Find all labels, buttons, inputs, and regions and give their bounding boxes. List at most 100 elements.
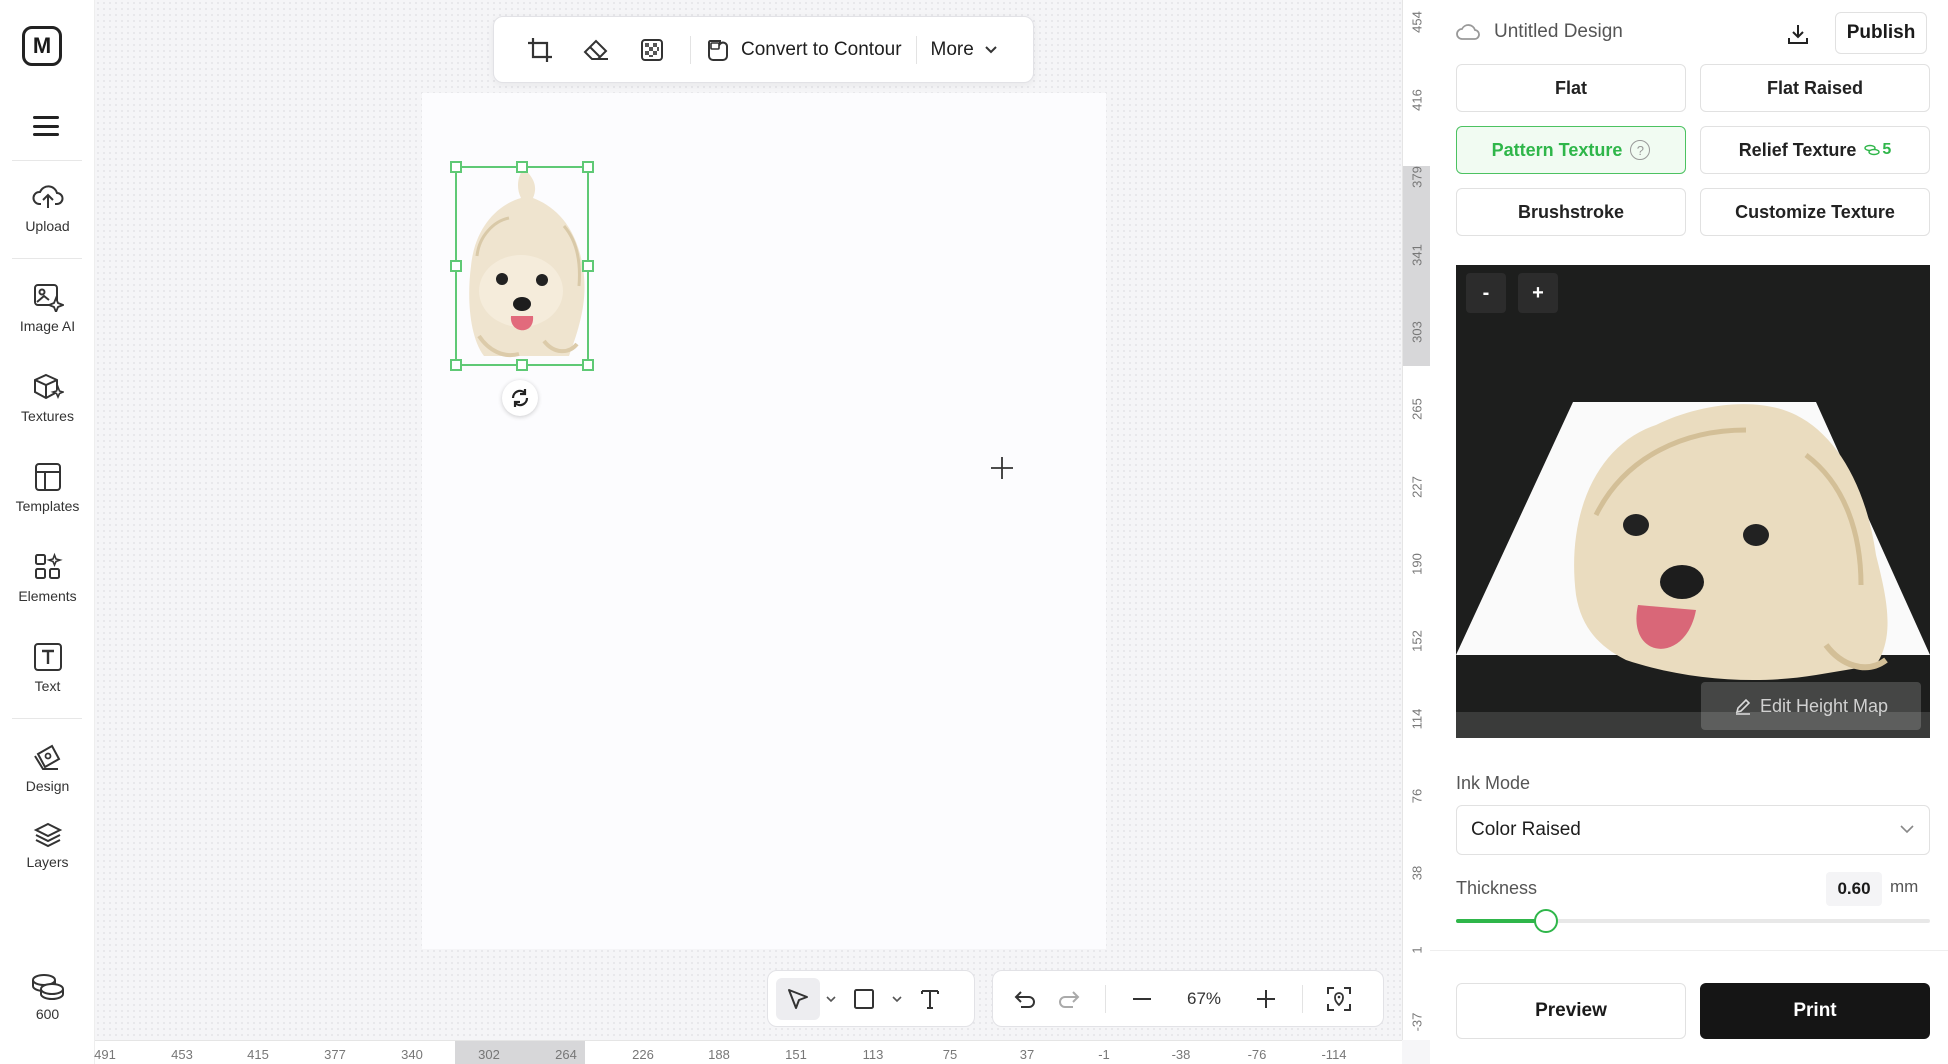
credits-counter[interactable]: 600 [0, 972, 95, 1022]
customize-texture-button[interactable]: Customize Texture [1700, 188, 1930, 236]
sidebar-item-label: Textures [21, 408, 74, 424]
fit-to-screen-button[interactable] [1317, 978, 1361, 1020]
rotate-handle[interactable] [502, 380, 538, 416]
ruler-tick: 38 [1409, 865, 1425, 881]
sidebar-item-design[interactable]: Design [0, 742, 95, 794]
resize-handle-left[interactable] [450, 260, 462, 272]
relief-cost-badge: 5 [1864, 141, 1891, 159]
ruler-tick: -1 [1098, 1047, 1110, 1062]
publish-button[interactable]: Publish [1835, 12, 1927, 54]
ink-mode-select[interactable]: Color Raised [1456, 805, 1930, 855]
ruler-tick: 188 [708, 1047, 730, 1062]
help-icon[interactable]: ? [1630, 140, 1651, 160]
coins-icon [31, 974, 64, 1000]
resize-handle-top-right[interactable] [582, 161, 594, 173]
texture-flat-raised-label: Flat Raised [1766, 77, 1864, 98]
document-title[interactable]: Untitled Design [1494, 21, 1623, 43]
texture-pattern-button[interactable]: Pattern Texture ? [1456, 126, 1686, 174]
shape-tool-dropdown[interactable] [888, 978, 906, 1020]
resize-handle-bottom-left[interactable] [450, 359, 462, 371]
pencil-icon [1735, 698, 1751, 715]
crosshair-cursor-icon [991, 457, 1013, 479]
print-button[interactable]: Print [1700, 983, 1930, 1039]
texture-flat-raised-button[interactable]: Flat Raised [1700, 64, 1930, 112]
toolbar-divider [915, 35, 917, 64]
eraser-icon [583, 39, 608, 60]
zoom-level[interactable]: 67% [1164, 989, 1244, 1009]
vertical-ruler: 454 416 379 341 303 265 227 190 152 114 … [1402, 0, 1431, 1040]
sidebar-item-upload[interactable]: Upload [0, 182, 95, 234]
3d-preview[interactable]: - + Edit Height Map [1456, 265, 1930, 738]
sidebar-item-textures[interactable]: Textures [0, 372, 95, 424]
chevron-down-icon [892, 995, 902, 1002]
thickness-slider-handle[interactable] [1534, 909, 1558, 933]
textures-icon [33, 373, 64, 400]
contour-icon [707, 39, 728, 61]
select-tool-dropdown[interactable] [822, 978, 840, 1020]
convert-to-contour-button[interactable]: Convert to Contour [701, 37, 906, 63]
crop-button[interactable] [512, 30, 568, 70]
zoom-out-button[interactable] [1120, 978, 1164, 1020]
texture-relief-button[interactable]: Relief Texture 5 [1700, 126, 1930, 174]
thickness-input[interactable]: 0.60 [1826, 872, 1882, 906]
left-sidebar: M Upload Image AI Textures Templates Ele… [0, 0, 95, 1064]
toolbar-divider [1302, 984, 1303, 1013]
more-dropdown[interactable]: More [927, 39, 1002, 61]
redo-button[interactable] [1047, 978, 1091, 1020]
resize-handle-top-left[interactable] [450, 161, 462, 173]
download-button[interactable] [1780, 16, 1816, 52]
properties-panel: Untitled Design Publish Flat Flat Raised… [1430, 0, 1948, 1064]
image-ai-icon [33, 284, 64, 312]
resize-handle-top[interactable] [516, 161, 528, 173]
zoom-in-button[interactable] [1244, 978, 1288, 1020]
remove-background-button[interactable] [624, 30, 680, 70]
app-logo[interactable]: M [22, 26, 62, 66]
resize-handle-right[interactable] [582, 260, 594, 272]
chevron-down-icon [985, 45, 997, 53]
thickness-slider-fill [1456, 919, 1546, 923]
texture-flat-button[interactable]: Flat [1456, 64, 1686, 112]
ruler-tick: 113 [862, 1047, 884, 1062]
selection-frame[interactable] [455, 166, 589, 366]
menu-icon[interactable] [33, 116, 59, 136]
sidebar-item-label: Image AI [19, 318, 76, 334]
select-tool-button[interactable] [776, 977, 820, 1020]
ruler-tick: 454 [1409, 11, 1425, 33]
sidebar-item-templates[interactable]: Templates [0, 462, 95, 514]
edit-height-map-button[interactable]: Edit Height Map [1701, 682, 1921, 730]
credits-value: 600 [35, 1006, 60, 1022]
upload-cloud-icon [32, 185, 63, 208]
redo-icon [1059, 990, 1080, 1008]
ruler-tick: -76 [1247, 1047, 1267, 1062]
texture-flat-label: Flat [1554, 77, 1587, 98]
sidebar-item-label: Elements [18, 588, 77, 604]
texture-pattern-label: Pattern Texture [1491, 139, 1623, 160]
sidebar-item-elements[interactable]: Elements [0, 552, 95, 604]
eraser-button[interactable] [568, 30, 624, 70]
shape-tool-button[interactable] [842, 978, 886, 1020]
thickness-slider[interactable] [1456, 909, 1930, 933]
layers-icon [33, 822, 62, 848]
preview-button[interactable]: Preview [1456, 983, 1686, 1039]
ruler-tick: 114 [1409, 708, 1425, 730]
sidebar-item-text[interactable]: Text [0, 642, 95, 694]
ruler-tick: 303 [1409, 321, 1425, 343]
chevron-down-icon [826, 995, 836, 1002]
preview-render-image [1456, 402, 1930, 738]
sidebar-divider [12, 718, 82, 719]
texture-brushstroke-label: Brushstroke [1517, 201, 1625, 222]
sidebar-item-label: Text [34, 678, 61, 694]
ruler-tick: 190 [1409, 553, 1425, 575]
sidebar-item-label: Layers [26, 854, 69, 870]
text-tool-button[interactable] [908, 978, 952, 1020]
sidebar-item-image-ai[interactable]: Image AI [0, 282, 95, 334]
sidebar-item-layers[interactable]: Layers [0, 822, 95, 870]
ruler-tick: 379 [1409, 166, 1425, 188]
resize-handle-bottom[interactable] [516, 359, 528, 371]
resize-handle-bottom-right[interactable] [582, 359, 594, 371]
toolbar-divider [1105, 984, 1106, 1013]
texture-brushstroke-button[interactable]: Brushstroke [1456, 188, 1686, 236]
ruler-tick: 37 [1019, 1047, 1035, 1062]
undo-button[interactable] [1003, 978, 1047, 1020]
elements-icon [34, 552, 63, 579]
